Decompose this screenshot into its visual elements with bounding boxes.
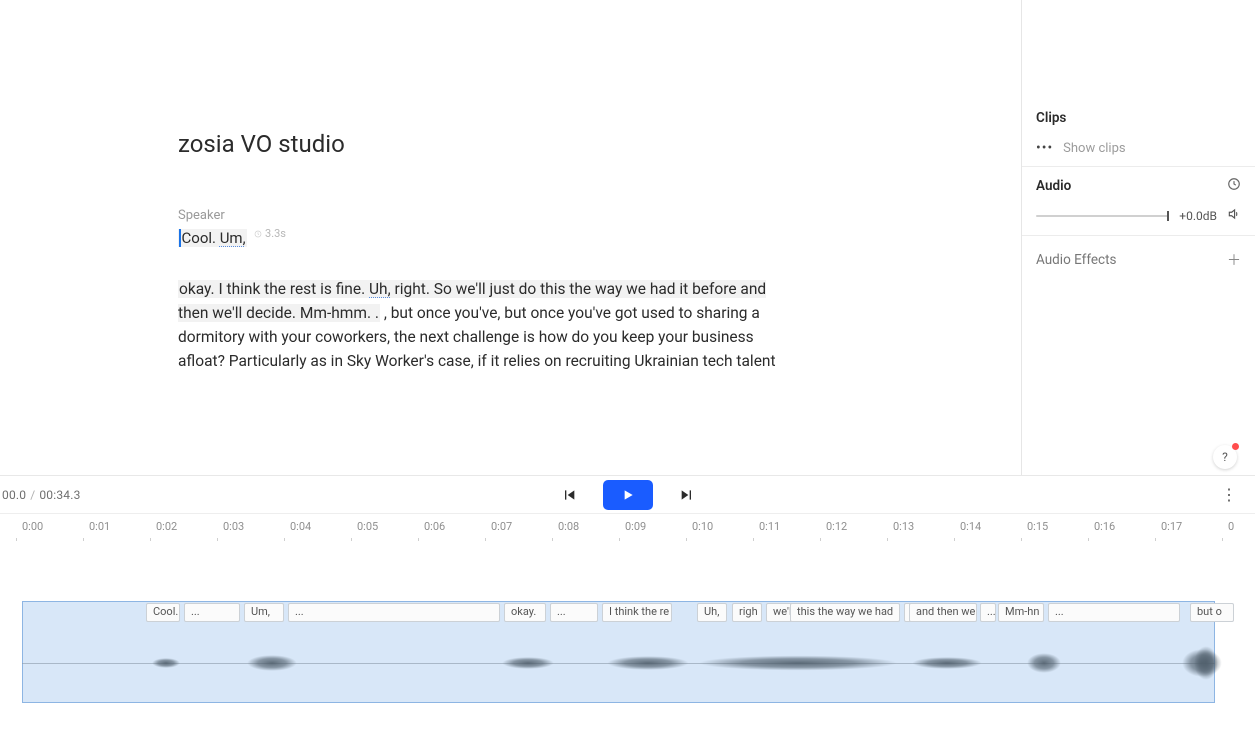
waveform-blob	[912, 657, 982, 669]
clip-word[interactable]: Uh,	[697, 603, 727, 622]
clip-labels-row: Cool....Um,...okay....I think the reUh,r…	[22, 601, 1255, 624]
time-readout: 00.0/00:34.3	[2, 488, 81, 502]
audio-panel: Audio +0.0dB	[1022, 167, 1255, 236]
audio-effects-row[interactable]: Audio Effects ＋	[1022, 236, 1255, 284]
sidebar: Clips ••• Show clips Audio +0.0dB	[1021, 0, 1255, 475]
volume-readout: +0.0dB	[1179, 209, 1217, 223]
ruler-tick: 0:12	[826, 520, 893, 533]
ruler-tick: 0:09	[625, 520, 692, 533]
ruler-tick: 0:01	[89, 520, 156, 533]
skip-forward-button[interactable]	[675, 483, 699, 507]
clip-word[interactable]: Cool.	[146, 603, 180, 622]
transcript-line-1[interactable]: Cool. Um, 3.3s	[178, 227, 286, 247]
ruler-tick: 0:15	[1027, 520, 1094, 533]
volume-slider[interactable]	[1036, 215, 1169, 217]
ruler-tick: 0:13	[893, 520, 960, 533]
play-button[interactable]	[603, 480, 653, 510]
more-menu-button[interactable]: ⋮	[1213, 481, 1245, 508]
text-cursor	[179, 229, 181, 247]
ruler-tick: 0:03	[223, 520, 290, 533]
track-area[interactable]: Cool....Um,...okay....I think the reUh,r…	[0, 541, 1255, 731]
waveform-blob	[502, 657, 554, 669]
editor-pane: zosia VO studio Speaker Cool. Um, 3.3s o…	[0, 0, 1021, 475]
ruler-tick: 0:06	[424, 520, 491, 533]
clip-word[interactable]: I think the re	[602, 603, 672, 622]
word[interactable]: Cool.	[182, 229, 220, 247]
ruler-tick: 0:14	[960, 520, 1027, 533]
clip-word[interactable]: ...	[1048, 603, 1180, 622]
waveform-blob	[247, 655, 297, 671]
show-clips-button[interactable]: Show clips	[1063, 141, 1125, 156]
ruler-tick: 0:02	[156, 520, 223, 533]
page-title: zosia VO studio	[178, 130, 961, 158]
waveform-blob	[152, 658, 180, 668]
speaker-label: Speaker	[178, 208, 961, 223]
plus-icon[interactable]: ＋	[1227, 250, 1241, 270]
waveform-blob	[698, 656, 898, 671]
audio-effects-label: Audio Effects	[1036, 252, 1117, 268]
ruler-tick: 0:00	[22, 520, 89, 533]
transport-bar: 00.0/00:34.3 ⋮	[0, 475, 1255, 513]
skip-back-button[interactable]	[557, 483, 581, 507]
clip-word[interactable]: okay.	[504, 603, 546, 622]
clip-word[interactable]: ...	[184, 603, 240, 622]
ruler-tick: 0:11	[759, 520, 826, 533]
ruler-tick: 0:07	[491, 520, 558, 533]
ruler-tick: 0:05	[357, 520, 424, 533]
clip-word[interactable]: ...	[980, 603, 996, 622]
transcript-paragraph[interactable]: okay. I think the rest is fine. Uh, righ…	[178, 277, 798, 373]
ruler-tick: 0:08	[558, 520, 625, 533]
clip-word[interactable]: this the way we had	[790, 603, 900, 622]
waveform-blob	[1194, 646, 1218, 680]
clock-icon	[254, 229, 262, 239]
waveform-blob	[1027, 653, 1061, 673]
speaker-icon[interactable]	[1227, 207, 1241, 225]
more-icon[interactable]: •••	[1036, 140, 1053, 156]
clips-title: Clips	[1036, 110, 1241, 126]
ruler-tick: 0:16	[1094, 520, 1161, 533]
filler-word[interactable]: Um,	[220, 229, 246, 247]
clip-word[interactable]: righ	[732, 603, 762, 622]
clips-panel: Clips ••• Show clips	[1022, 100, 1255, 167]
clip-word[interactable]: Um,	[244, 603, 284, 622]
timeline-ruler[interactable]: 0:000:010:020:030:040:050:060:070:080:09…	[0, 513, 1255, 541]
gap-badge[interactable]: 3.3s	[254, 227, 286, 240]
waveform-blob	[607, 656, 689, 670]
clip-word[interactable]: and then we	[909, 603, 977, 622]
filler-word[interactable]: Uh,	[369, 280, 391, 298]
clip-word[interactable]: Mm-hn	[998, 603, 1044, 622]
clip-word[interactable]: ...	[288, 603, 500, 622]
help-button[interactable]: ?	[1213, 445, 1237, 469]
history-icon[interactable]	[1227, 177, 1241, 195]
audio-title: Audio	[1036, 178, 1071, 194]
ruler-tick: 0:10	[692, 520, 759, 533]
clip-word[interactable]: but o	[1190, 603, 1234, 622]
waveform[interactable]	[22, 625, 1255, 701]
ruler-tick: 0	[1228, 520, 1255, 533]
ruler-tick: 0:17	[1161, 520, 1228, 533]
clip-word[interactable]: ...	[550, 603, 598, 622]
ruler-tick: 0:04	[290, 520, 357, 533]
